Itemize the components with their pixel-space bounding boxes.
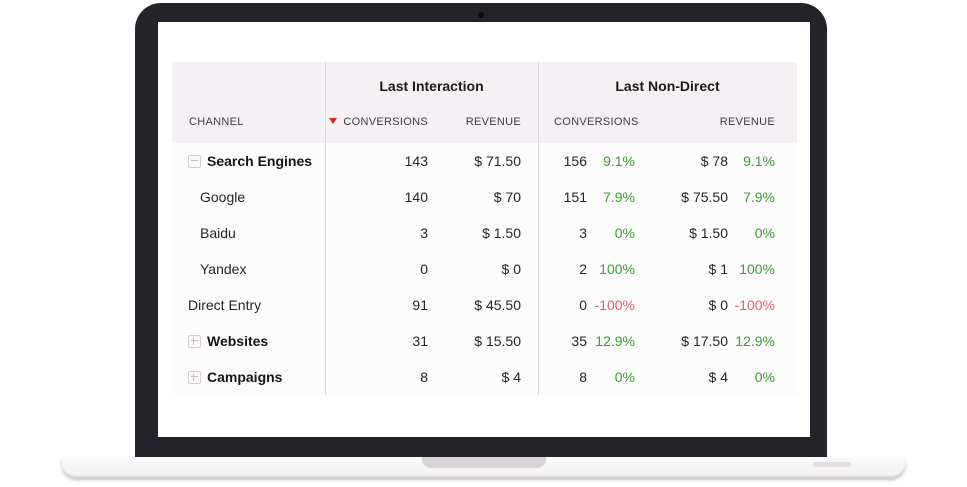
li-conversions-value: 91	[325, 297, 428, 313]
lnd-conversions-value: 35	[538, 333, 587, 349]
lnd-conversions-value: 3	[538, 225, 587, 241]
table-row-websites: Websites 31 $ 15.50 35 12.9% $ 17.50 12.…	[172, 323, 797, 359]
li-conversions-value: 31	[325, 333, 428, 349]
li-revenue-value: $ 71.50	[428, 153, 521, 169]
lnd-revenue-value: $ 1.50	[635, 225, 728, 241]
lnd-revenue-delta: 0%	[728, 369, 775, 385]
table-row-campaigns: Campaigns 8 $ 4 8 0% $ 4 0%	[172, 359, 797, 395]
lnd-revenue-value: $ 0	[635, 297, 728, 313]
lnd-revenue-value: $ 75.50	[635, 189, 728, 205]
laptop-base-detail	[813, 462, 851, 467]
laptop-lid: Last Interaction Last Non-Direct CHANNEL…	[135, 3, 827, 457]
lnd-revenue-delta: 9.1%	[728, 153, 775, 169]
column-separator	[538, 62, 539, 395]
table-row-google: Google 140 $ 70 151 7.9% $ 75.50 7.9%	[172, 179, 797, 215]
lnd-revenue-delta: 12.9%	[728, 333, 775, 349]
li-conversions-value: 3	[325, 225, 428, 241]
column-separator	[325, 62, 326, 395]
lnd-conversions-value: 2	[538, 261, 587, 277]
li-revenue-value: $ 15.50	[428, 333, 521, 349]
channel-label[interactable]: Baidu	[200, 225, 236, 241]
lnd-revenue-value: $ 4	[635, 369, 728, 385]
group-header-last-non-direct: Last Non-Direct	[538, 68, 797, 94]
column-header-lnd-revenue[interactable]: REVENUE	[635, 116, 775, 128]
table-row-yandex: Yandex 0 $ 0 2 100% $ 1 100%	[172, 251, 797, 287]
lnd-conversions-delta: 12.9%	[587, 333, 635, 349]
expand-icon[interactable]	[188, 335, 201, 348]
lnd-conversions-delta: 0%	[587, 369, 635, 385]
lnd-conversions-delta: 100%	[587, 261, 635, 277]
lnd-conversions-value: 0	[538, 297, 587, 313]
lnd-conversions-value: 8	[538, 369, 587, 385]
table-header: Last Interaction Last Non-Direct CHANNEL…	[172, 62, 797, 143]
li-revenue-value: $ 70	[428, 189, 521, 205]
channel-label[interactable]: Google	[200, 189, 245, 205]
sort-desc-icon[interactable]	[329, 118, 337, 124]
li-conversions-value: 143	[325, 153, 428, 169]
table-row-direct-entry: Direct Entry 91 $ 45.50 0 -100% $ 0 -100…	[172, 287, 797, 323]
table-row-search-engines: Search Engines 143 $ 71.50 156 9.1% $ 78…	[172, 143, 797, 179]
column-header-li-revenue[interactable]: REVENUE	[428, 116, 538, 128]
lnd-revenue-delta: -100%	[728, 297, 775, 313]
group-header-last-interaction: Last Interaction	[325, 68, 538, 94]
laptop-screen: Last Interaction Last Non-Direct CHANNEL…	[158, 22, 810, 437]
channel-label[interactable]: Direct Entry	[188, 297, 261, 313]
channel-label[interactable]: Websites	[207, 333, 268, 349]
lnd-conversions-value: 151	[538, 189, 587, 205]
group-header-row: Last Interaction Last Non-Direct	[172, 62, 797, 100]
column-header-li-conversions[interactable]: CONVERSIONS	[325, 116, 428, 128]
lnd-revenue-delta: 100%	[728, 261, 775, 277]
attribution-report-table: Last Interaction Last Non-Direct CHANNEL…	[172, 62, 797, 395]
channel-label[interactable]: Search Engines	[207, 153, 312, 169]
li-revenue-value: $ 1.50	[428, 225, 521, 241]
column-header-lnd-conversions[interactable]: CONVERSIONS	[538, 116, 635, 128]
table-body: Search Engines 143 $ 71.50 156 9.1% $ 78…	[172, 143, 797, 395]
lnd-revenue-delta: 0%	[728, 225, 775, 241]
lnd-revenue-value: $ 1	[635, 261, 728, 277]
li-revenue-value: $ 45.50	[428, 297, 521, 313]
collapse-icon[interactable]	[188, 155, 201, 168]
expand-icon[interactable]	[188, 371, 201, 384]
lnd-revenue-delta: 7.9%	[728, 189, 775, 205]
laptop-lid-notch	[422, 457, 546, 468]
li-revenue-value: $ 4	[428, 369, 521, 385]
lnd-conversions-delta: -100%	[587, 297, 635, 313]
laptop-base	[62, 457, 905, 478]
li-conversions-value: 8	[325, 369, 428, 385]
channel-label[interactable]: Yandex	[200, 261, 246, 277]
lnd-revenue-value: $ 78	[635, 153, 728, 169]
column-header-channel[interactable]: CHANNEL	[172, 116, 325, 128]
table-row-baidu: Baidu 3 $ 1.50 3 0% $ 1.50 0%	[172, 215, 797, 251]
lnd-conversions-delta: 0%	[587, 225, 635, 241]
lnd-conversions-value: 156	[538, 153, 587, 169]
webcam-icon	[478, 12, 484, 18]
lnd-revenue-value: $ 17.50	[635, 333, 728, 349]
li-revenue-value: $ 0	[428, 261, 521, 277]
channel-label[interactable]: Campaigns	[207, 369, 282, 385]
li-conversions-value: 0	[325, 261, 428, 277]
lnd-conversions-delta: 7.9%	[587, 189, 635, 205]
lnd-conversions-delta: 9.1%	[587, 153, 635, 169]
column-header-row: CHANNEL CONVERSIONS REVENUE CONVERSIONS …	[172, 100, 797, 143]
li-conversions-value: 140	[325, 189, 428, 205]
